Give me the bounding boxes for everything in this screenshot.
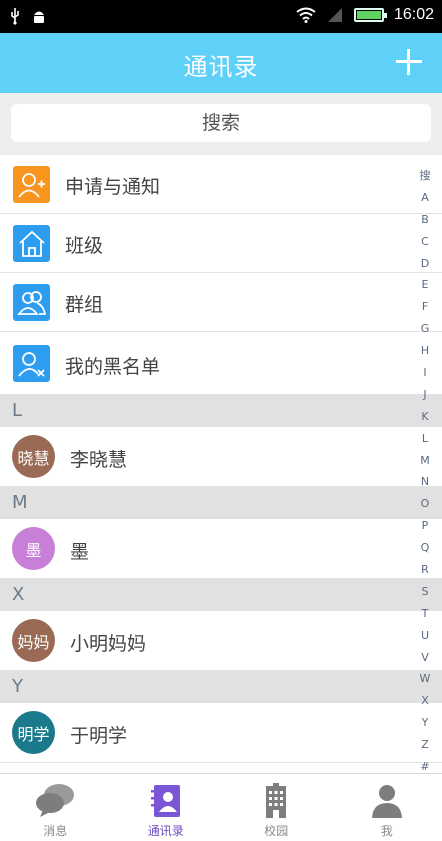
index-letter[interactable]: I [416,362,434,384]
contact-name: 小明妈妈 [70,633,147,655]
contact-row[interactable]: 晓慧 李晓慧 [0,427,442,487]
index-letter[interactable]: A [416,187,434,209]
index-letter[interactable]: G [416,318,434,340]
index-letter[interactable]: H [416,340,434,362]
index-letter[interactable]: C [416,231,434,253]
index-letter[interactable]: Z [416,734,434,756]
section-header-l: L [0,395,442,427]
tab-contacts[interactable]: 通讯录 [111,774,222,841]
index-letter[interactable]: L [416,428,434,450]
page-title: 通讯录 [183,53,259,81]
app-header: 通讯录 [0,33,442,93]
chat-icon [36,784,75,817]
avatar: 明学 [12,711,55,754]
tab-me[interactable]: 我 [332,774,442,841]
search-input[interactable]: 搜索 [11,104,431,142]
index-letter[interactable]: W [416,668,434,690]
index-letter[interactable]: O [416,493,434,515]
tab-campus[interactable]: 校园 [221,774,332,841]
list-item-label: 申请与通知 [65,176,161,198]
building-icon [266,783,287,818]
group-icon [13,284,50,321]
index-letter[interactable]: J [416,384,434,406]
tab-label: 校园 [264,824,289,838]
index-letter[interactable]: X [416,690,434,712]
list-item-applications[interactable]: 申请与通知 [0,155,442,214]
signal-icon [327,8,342,22]
wifi-icon [296,7,316,23]
index-letter[interactable]: V [416,647,434,669]
index-letter[interactable]: N [416,471,434,493]
contact-name: 李晓慧 [70,449,128,471]
tab-label: 通讯录 [147,824,184,838]
add-person-icon [13,166,50,203]
home-icon [13,225,50,262]
index-letter[interactable]: 搜 [416,165,434,187]
list-item-class[interactable]: 班级 [0,214,442,273]
index-letter[interactable]: M [416,450,434,472]
status-bar: 16:02 [0,0,442,33]
index-letter[interactable]: R [416,559,434,581]
contact-name: 于明学 [70,725,128,747]
contact-name: 墨 [70,541,90,563]
section-letter: Y [12,676,23,697]
index-letter[interactable]: K [416,406,434,428]
section-header-x: X [0,579,442,611]
person-icon [371,785,402,818]
index-letter[interactable]: T [416,603,434,625]
list-item-groups[interactable]: 群组 [0,273,442,332]
tab-label: 我 [380,824,393,838]
list-item-blacklist[interactable]: 我的黑名单 [0,332,442,395]
index-letter[interactable]: E [416,274,434,296]
usb-icon [11,8,19,25]
android-icon [34,11,44,23]
status-time: 16:02 [393,6,434,23]
list-item-label: 班级 [65,235,104,257]
contact-row[interactable]: 妈妈 小明妈妈 [0,611,442,671]
list-item-label: 群组 [65,294,104,316]
list-item-label: 我的黑名单 [65,356,161,378]
avatar: 妈妈 [12,619,55,662]
avatar: 晓慧 [12,435,55,478]
index-letter[interactable]: S [416,581,434,603]
section-letter: M [12,492,28,513]
index-letter[interactable]: F [416,296,434,318]
section-letter: X [12,584,25,605]
index-letter[interactable]: P [416,515,434,537]
bottom-nav: 消息 通讯录 校园 我 [0,773,442,841]
battery-icon [353,8,387,22]
tab-messages[interactable]: 消息 [0,774,111,841]
tab-label: 消息 [43,824,68,838]
index-letter[interactable]: U [416,625,434,647]
contact-row[interactable]: 明学 于明学 [0,703,442,763]
search-bar: 搜索 [0,93,442,155]
section-letter: L [12,400,23,421]
avatar: 墨 [12,527,55,570]
blocked-person-icon [13,345,50,382]
index-letter[interactable]: B [416,209,434,231]
alphabet-index[interactable]: 搜 A B C D E F G H I J K L M N O P Q R S … [416,165,434,778]
index-letter[interactable]: D [416,253,434,275]
index-letter[interactable]: Y [416,712,434,734]
contacts-book-icon [150,785,180,817]
section-header-y: Y [0,671,442,703]
index-letter[interactable]: Q [416,537,434,559]
add-contact-button[interactable] [394,47,424,77]
contact-row[interactable]: 墨 墨 [0,519,442,579]
section-header-m: M [0,487,442,519]
